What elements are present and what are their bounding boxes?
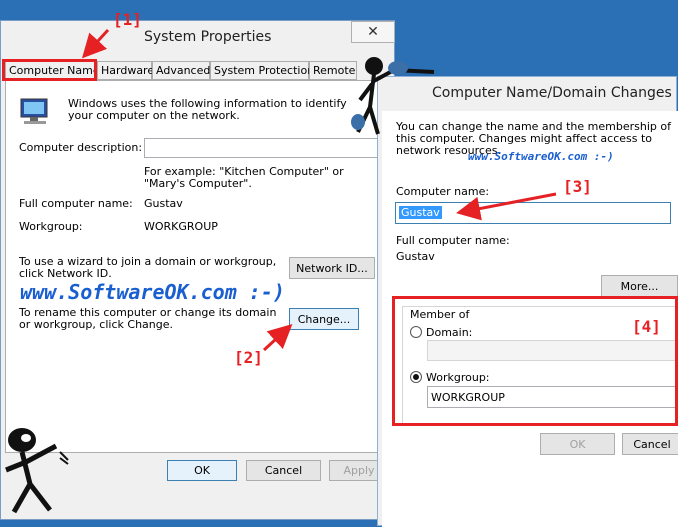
climbing-figure-icon — [351, 57, 435, 135]
watermark-small: www.SoftwareOK.com :-) — [468, 150, 614, 163]
arrow-2 — [262, 323, 293, 352]
watermark-large: www.SoftwareOK.com :-) — [20, 280, 285, 304]
arrow-3 — [456, 192, 557, 221]
arrow-1 — [81, 28, 110, 59]
dancing-figure-icon — [5, 428, 69, 514]
annotation-arrows — [81, 28, 557, 352]
